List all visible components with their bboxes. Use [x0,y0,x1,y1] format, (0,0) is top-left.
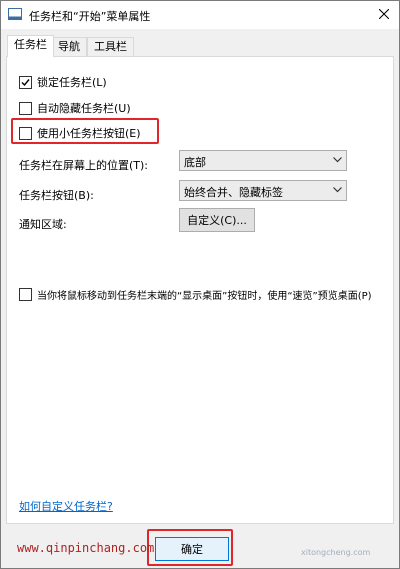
customize-notification-button[interactable]: 自定义(C)... [179,208,255,232]
checkbox-box [19,101,32,115]
tab-taskbar[interactable]: 任务栏 [7,35,54,57]
taskbar-tab-panel: 锁定任务栏(L) 自动隐藏任务栏(U) 使用小任务栏按钮(E) 任务栏在屏幕上的… [6,56,394,524]
lock-taskbar-label: 锁定任务栏(L) [37,76,107,89]
close-button[interactable] [369,1,399,27]
watermark-url: www.qinpinchang.com [17,541,155,555]
tab-navigation[interactable]: 导航 [51,37,87,56]
buttons-dropdown[interactable]: 始终合并、隐藏标签 [179,180,347,201]
lock-taskbar-checkbox[interactable]: 锁定任务栏(L) [19,74,107,90]
properties-window: 任务栏和“开始”菜单属性 任务栏 导航 工具栏 锁定任务栏(L) 自动隐藏任务栏… [0,0,400,569]
auto-hide-label: 自动隐藏任务栏(U) [37,102,131,115]
peek-label: 当你将鼠标移动到任务栏末端的“显示桌面”按钮时，使用“速览”预览桌面(P) [37,291,372,302]
highlight-box [11,118,159,144]
checkbox-box [19,288,32,301]
help-link[interactable]: 如何自定义任务栏? [19,498,113,514]
taskbar-properties-icon [8,8,22,20]
highlight-box [147,529,233,566]
chevron-down-icon [333,157,342,163]
peek-checkbox[interactable]: 当你将鼠标移动到任务栏末端的“显示桌面”按钮时，使用“速览”预览桌面(P) [19,287,372,302]
watermark-logo: xitongcheng.com [301,548,371,557]
buttons-label: 任务栏按钮(B): [19,189,94,202]
window-title: 任务栏和“开始”菜单属性 [29,10,151,23]
checkmark-icon [21,78,30,86]
position-value: 底部 [184,156,206,169]
tab-toolbars[interactable]: 工具栏 [87,37,134,56]
buttons-value: 始终合并、隐藏标签 [184,186,283,199]
auto-hide-checkbox[interactable]: 自动隐藏任务栏(U) [19,100,131,116]
title-bar: 任务栏和“开始”菜单属性 [1,1,399,29]
close-icon [379,9,389,19]
position-dropdown[interactable]: 底部 [179,150,347,171]
checkbox-box [19,75,32,89]
chevron-down-icon [333,187,342,193]
notification-label: 通知区域: [19,218,67,231]
position-label: 任务栏在屏幕上的位置(T): [19,159,149,172]
